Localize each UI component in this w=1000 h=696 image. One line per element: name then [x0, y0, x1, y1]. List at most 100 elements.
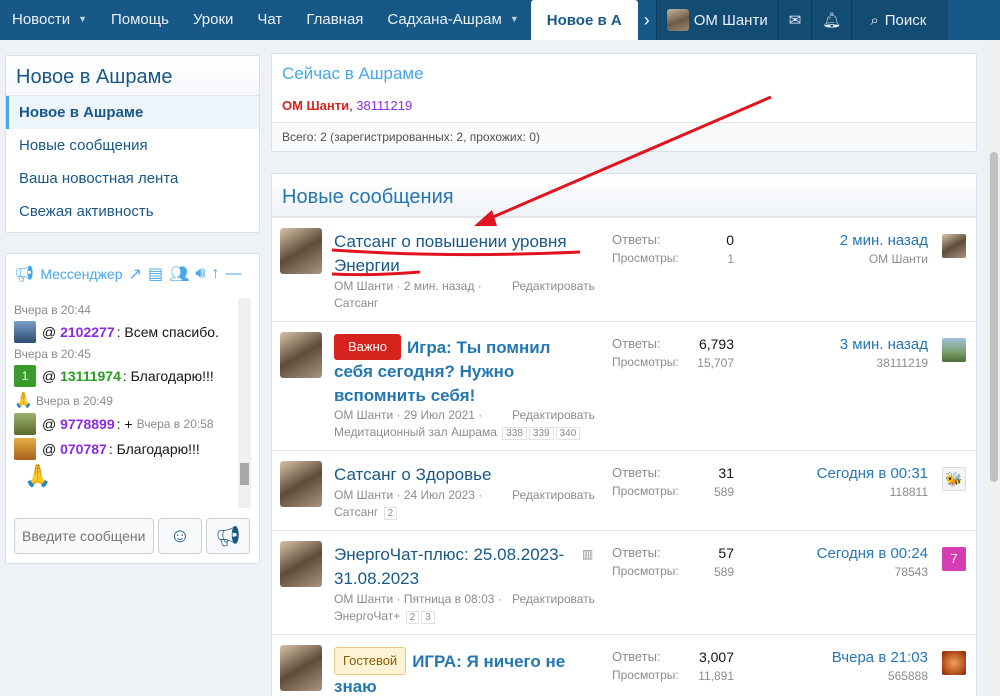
megaphone-icon[interactable]: 📢︎	[14, 264, 34, 284]
tab-sadhana-ashram[interactable]: Садхана-Ашрам ▼	[375, 0, 530, 38]
online-user[interactable]: ОМ Шанти	[282, 98, 349, 113]
tab-label: Новости	[12, 10, 71, 28]
thread-forum[interactable]: Медитационный зал Ашрама	[334, 425, 497, 439]
chevron-down-icon[interactable]: ▼	[510, 14, 519, 24]
page-link[interactable]: 2	[405, 611, 420, 624]
emoji-button[interactable]: ☺	[158, 518, 202, 554]
tab-home[interactable]: Главная	[294, 0, 375, 38]
avatar[interactable]: 🐝	[942, 467, 966, 491]
nav-scroll-right-icon[interactable]: ›	[638, 0, 656, 40]
users-icon[interactable]: 👥︎	[169, 264, 189, 284]
archive-icon[interactable]: ▤	[148, 264, 163, 284]
online-total: Всего: 2 (зарегистрированных: 2, прохожи…	[272, 122, 976, 151]
thread-forum-line: Медитационный зал Ашрама 338 339 340	[334, 425, 581, 440]
page-link[interactable]: 3	[421, 611, 435, 624]
avatar[interactable]	[942, 234, 966, 258]
sidebar-item-latest-activity[interactable]: Свежая активность	[6, 195, 259, 228]
edit-link[interactable]: Редактировать	[512, 592, 595, 606]
minimize-icon[interactable]: —	[225, 265, 241, 283]
avatar	[14, 438, 36, 460]
last-post-time[interactable]: 2 мин. назад	[840, 232, 928, 249]
avatar	[14, 413, 36, 435]
avatar[interactable]	[942, 338, 966, 362]
last-post-user[interactable]: 565888	[888, 669, 928, 683]
replies-count: 3,007	[698, 649, 734, 665]
tab-whats-new[interactable]: Новое в А	[530, 0, 638, 40]
alerts-button[interactable]: 🔔︎	[811, 0, 851, 40]
page-link[interactable]: 2	[383, 507, 398, 520]
thread-forum-line: Сатсанг 2	[334, 505, 398, 520]
last-post-user[interactable]: ОМ Шанти	[869, 252, 928, 266]
chevron-down-icon[interactable]: ▼	[78, 14, 87, 24]
edit-link[interactable]: Редактировать	[512, 408, 595, 422]
chat-user[interactable]: 9778899	[60, 416, 115, 432]
user-navigation: ОМ Шанти ✉ 🔔︎ ⌕ Поиск	[655, 0, 949, 40]
tab-lessons[interactable]: Уроки	[181, 0, 245, 38]
last-post-user[interactable]: 118811	[890, 485, 928, 499]
thread-title[interactable]: ЭнергоЧат-плюс: 25.08.2023-31.08.2023	[334, 543, 592, 591]
avatar	[14, 321, 36, 343]
tab-news[interactable]: Новости ▼	[0, 0, 99, 38]
external-link-icon[interactable]: ↗	[129, 264, 142, 284]
thread-title[interactable]: Сатсанг о Здоровье	[334, 463, 592, 487]
at-sign: @	[42, 441, 61, 457]
thread-meta: ОМ Шанти · Пятница в 08:03 ·	[334, 592, 502, 606]
chat-scrollbar-thumb[interactable]	[240, 463, 249, 485]
last-post-time[interactable]: Сегодня в 00:31	[817, 465, 928, 482]
avatar[interactable]	[280, 461, 322, 507]
inbox-button[interactable]: ✉	[777, 0, 812, 40]
thread-author[interactable]: ОМ Шанти	[334, 592, 393, 606]
thread-forum[interactable]: ЭнергоЧат+	[334, 609, 400, 623]
thread-date: 24 Июл 2023	[403, 488, 475, 502]
last-post-time[interactable]: Вчера в 21:03	[832, 649, 928, 666]
edit-link[interactable]: Редактировать	[512, 488, 595, 502]
thread-author[interactable]: ОМ Шанти	[334, 279, 393, 293]
thread-author[interactable]: ОМ Шанти	[334, 408, 393, 422]
search-button[interactable]: ⌕ Поиск	[851, 0, 948, 40]
avatar[interactable]: 7	[942, 547, 966, 571]
chat-text: : Всем спасибо.	[116, 324, 219, 340]
avatar[interactable]	[942, 651, 966, 675]
user-menu[interactable]: ОМ Шанти	[655, 0, 778, 40]
online-user[interactable]: 38111219	[356, 98, 412, 113]
thread-date: Пятница в 08:03	[403, 592, 495, 606]
chat-message-input[interactable]	[14, 518, 154, 554]
thread-date: 29 Июл 2021	[403, 408, 475, 422]
chat-time-inline: Вчера в 20:58	[136, 417, 214, 431]
sidebar-item-news-feed[interactable]: Ваша новостная лента	[6, 162, 259, 195]
last-post-user[interactable]: 38111219	[876, 356, 928, 370]
last-post-time[interactable]: 3 мин. назад	[840, 336, 928, 353]
sidebar-nav: Новое в Ашраме Новые сообщения Ваша ново…	[6, 96, 259, 228]
avatar[interactable]	[280, 541, 322, 587]
chat-emoji: 🙏	[14, 463, 240, 489]
page-link[interactable]: 339	[528, 427, 554, 440]
page-link[interactable]: 338	[502, 427, 527, 440]
last-post-time[interactable]: Сегодня в 00:24	[817, 545, 928, 562]
page-scrollbar[interactable]	[988, 40, 1000, 696]
thread-row: Сатсанг о повышении уровня Энергии ОМ Ша…	[272, 217, 976, 321]
page-link[interactable]: 340	[555, 427, 581, 440]
thread-forum[interactable]: Сатсанг	[334, 296, 378, 310]
last-post-user[interactable]: 78543	[895, 565, 928, 579]
chat-user[interactable]: 2102277	[60, 324, 115, 340]
avatar[interactable]	[280, 645, 322, 691]
thread-title[interactable]: Сатсанг о повышении уровня Энергии	[334, 230, 592, 278]
messenger-title[interactable]: Мессенджер	[40, 266, 122, 282]
thread-forum[interactable]: Сатсанг	[334, 505, 378, 519]
sidebar-item-new-posts[interactable]: Новые сообщения	[6, 129, 259, 162]
bell-icon: 🔔︎	[822, 12, 842, 29]
page-scrollbar-thumb[interactable]	[990, 152, 998, 482]
chat-user[interactable]: 070787	[60, 441, 107, 457]
chat-user[interactable]: 13111974	[60, 368, 121, 384]
tab-help[interactable]: Помощь	[99, 0, 181, 38]
thread-author[interactable]: ОМ Шанти	[334, 488, 393, 502]
sound-icon[interactable]: 🔊︎	[195, 265, 205, 283]
chat-scrollbar[interactable]	[238, 298, 251, 508]
avatar[interactable]	[280, 228, 322, 274]
avatar[interactable]	[280, 332, 322, 378]
arrow-up-icon[interactable]: ↑	[211, 265, 219, 283]
edit-link[interactable]: Редактировать	[512, 279, 595, 293]
tab-chat[interactable]: Чат	[245, 0, 294, 38]
sidebar-item-whats-new[interactable]: Новое в Ашраме	[6, 96, 259, 129]
send-button[interactable]: 📢︎	[206, 518, 250, 554]
